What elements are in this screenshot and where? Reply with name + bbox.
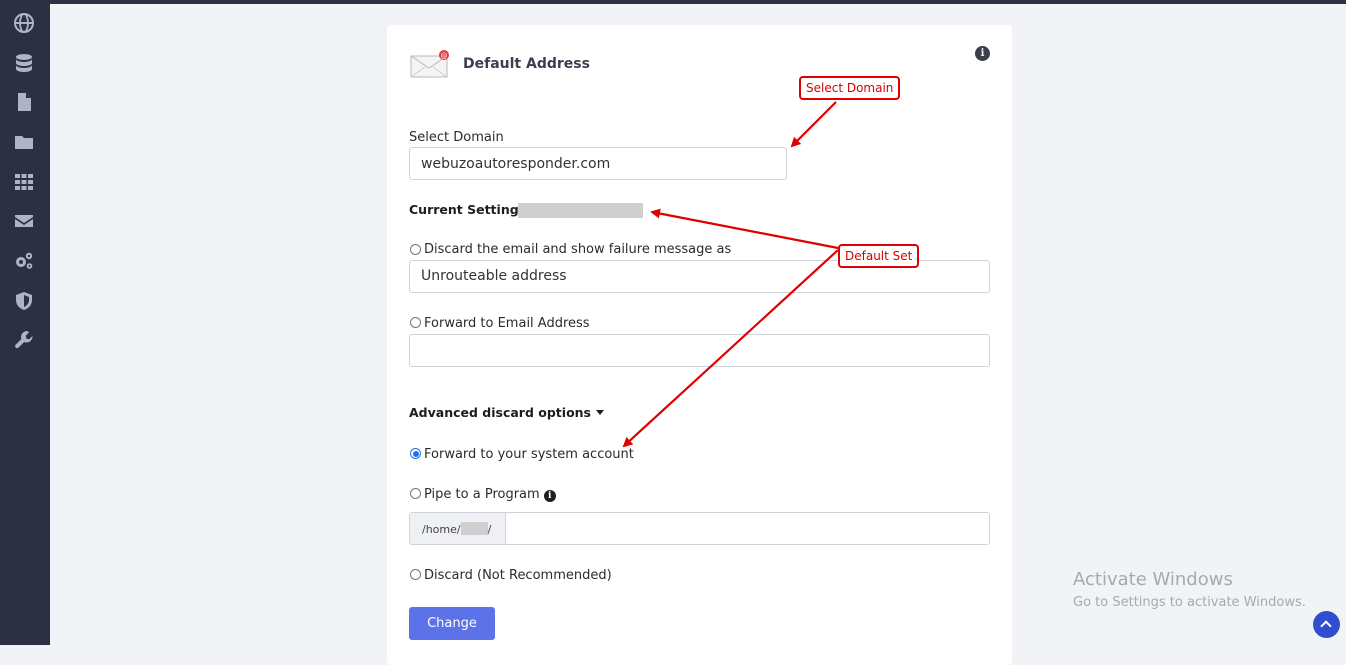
pipe-path-group: /home/ / — [409, 512, 990, 545]
pipe-path-prefix: /home/ / — [410, 513, 506, 544]
discard-failure-radio[interactable] — [410, 244, 421, 255]
pipe-path-input[interactable] — [507, 513, 989, 544]
scroll-to-top-button[interactable] — [1313, 611, 1340, 638]
advanced-discard-toggle[interactable]: Advanced discard options — [409, 405, 604, 420]
current-setting-label: Current Setting — [409, 202, 519, 217]
pipe-path-home: /home/ — [422, 523, 461, 536]
folder-icon[interactable] — [12, 130, 36, 154]
domain-select[interactable]: webuzoautoresponder.com — [409, 147, 787, 180]
grid-icon[interactable] — [12, 170, 36, 194]
username-redacted — [460, 522, 488, 535]
default-address-card: @ Default Address i Select Domain webuzo… — [387, 25, 1012, 665]
forward-email-input[interactable] — [409, 334, 990, 367]
file-icon[interactable] — [12, 90, 36, 114]
system-account-label: Forward to your system account — [424, 447, 634, 462]
shield-icon[interactable] — [12, 289, 36, 313]
discard-label: Discard (Not Recommended) — [424, 568, 612, 583]
system-account-radio[interactable] — [410, 448, 421, 459]
current-setting-value-redacted — [518, 203, 643, 218]
select-domain-label: Select Domain — [409, 130, 504, 145]
select-domain-callout: Select Domain — [799, 76, 901, 100]
change-button[interactable]: Change — [409, 607, 495, 640]
gears-icon[interactable] — [12, 249, 36, 273]
sidebar — [0, 0, 50, 645]
discard-failure-label: Discard the email and show failure messa… — [424, 242, 732, 257]
page-title: Default Address — [463, 56, 590, 72]
pipe-info-icon[interactable]: i — [543, 490, 556, 502]
current-setting-separator: : — [510, 202, 515, 217]
discard-radio[interactable] — [410, 569, 421, 580]
envelope-icon[interactable] — [12, 209, 36, 233]
pipe-program-radio[interactable] — [410, 488, 421, 499]
mail-icon: @ — [410, 50, 449, 78]
forward-email-label: Forward to Email Address — [424, 316, 590, 331]
activate-windows-title: Activate Windows — [1073, 569, 1233, 590]
globe-icon[interactable] — [12, 11, 36, 35]
forward-email-radio[interactable] — [410, 317, 421, 328]
wrench-icon[interactable] — [12, 328, 36, 352]
caret-down-icon — [596, 410, 604, 415]
activate-windows-subtitle: Go to Settings to activate Windows. — [1073, 595, 1306, 610]
pipe-program-label: Pipe to a Program — [424, 487, 540, 502]
advanced-discard-label: Advanced discard options — [409, 405, 591, 420]
top-bar — [0, 0, 1346, 4]
pipe-path-slash: / — [487, 523, 492, 536]
svg-text:@: @ — [441, 52, 448, 60]
database-icon[interactable] — [12, 51, 36, 75]
info-icon[interactable]: i — [975, 46, 990, 61]
default-set-callout: Default Set — [838, 244, 920, 268]
pipe-program-option: Pipe to a Program i — [424, 487, 556, 502]
